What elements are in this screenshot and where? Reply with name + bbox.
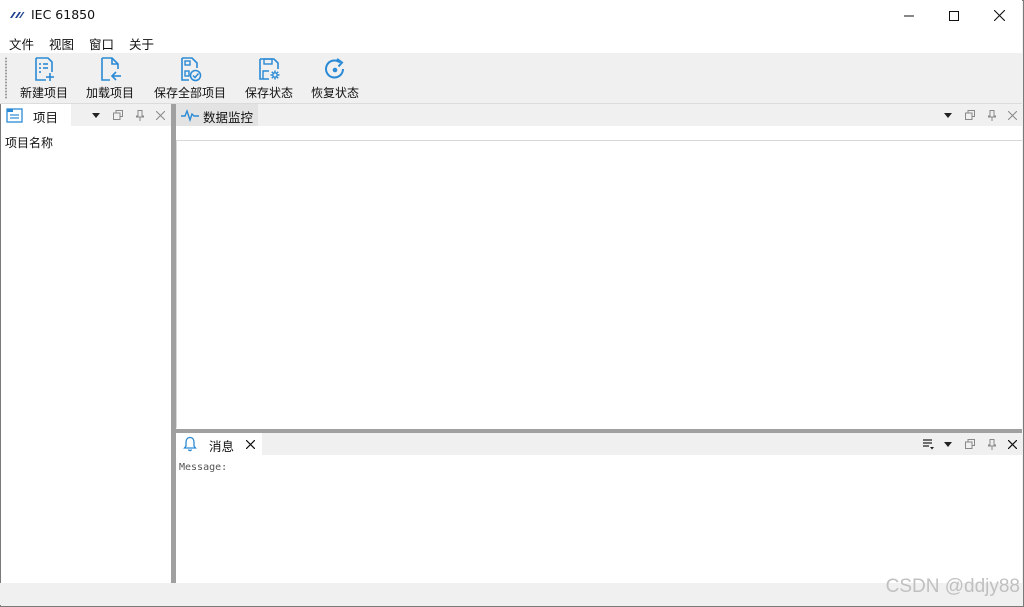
menu-view[interactable]: 视图 <box>49 34 74 53</box>
save-state-button[interactable]: 保存状态 <box>243 56 295 101</box>
monitor-content[interactable] <box>176 126 1022 429</box>
message-pane-header <box>176 433 1022 455</box>
project-pane-close-button[interactable] <box>153 108 167 122</box>
float-window-icon <box>113 110 123 120</box>
save-all-projects-label: 保存全部项目 <box>153 86 226 100</box>
restore-state-icon <box>325 58 344 79</box>
minimize-icon <box>904 15 914 16</box>
dropdown-arrow-icon <box>944 441 952 447</box>
messages-tab-close-button[interactable] <box>243 437 257 451</box>
tab-messages-label: 消息 <box>209 439 235 454</box>
save-all-projects-button[interactable]: 保存全部项目 <box>152 56 228 101</box>
project-icon <box>6 108 23 123</box>
monitor-pane-float-button[interactable] <box>963 108 977 122</box>
monitor-pane-menu-button[interactable] <box>941 108 955 122</box>
restore-state-label: 恢复状态 <box>310 86 359 100</box>
status-bar <box>0 583 1022 605</box>
maximize-button[interactable] <box>931 0 977 31</box>
restore-state-button[interactable]: 恢复状态 <box>309 56 361 101</box>
project-tree[interactable] <box>1 126 171 583</box>
load-project-label: 加载项目 <box>85 86 134 100</box>
dropdown-arrow-icon <box>944 112 952 118</box>
message-pane-pin-button[interactable] <box>985 437 999 451</box>
close-icon <box>1007 439 1017 449</box>
pin-icon <box>988 109 996 121</box>
window-title: IEC 61850 <box>31 7 96 22</box>
menu-window[interactable]: 窗口 <box>89 34 114 53</box>
pin-icon <box>988 438 996 450</box>
new-project-label: 新建项目 <box>19 86 68 100</box>
load-project-icon <box>101 57 121 81</box>
close-window-button[interactable] <box>976 0 1022 31</box>
app-logo-icon <box>10 12 25 18</box>
bell-icon <box>183 436 197 452</box>
close-icon <box>245 439 255 449</box>
tab-project-label: 项目 <box>33 110 59 125</box>
toolbar-grip[interactable] <box>5 57 7 99</box>
tab-data-monitor-label: 数据监控 <box>203 110 254 125</box>
menu-about[interactable]: 关于 <box>129 34 154 53</box>
tree-header-project-name: 项目名称 <box>5 136 54 150</box>
save-state-label: 保存状态 <box>244 86 293 100</box>
list-menu-icon <box>923 439 934 450</box>
message-log[interactable] <box>176 455 1022 583</box>
close-icon <box>155 110 165 120</box>
close-icon <box>993 10 1005 21</box>
message-pane-float-button[interactable] <box>963 437 977 451</box>
watermark: CSDN @ddjy88 <box>885 576 1020 597</box>
monitor-pane-pin-button[interactable] <box>985 108 999 122</box>
dropdown-arrow-icon <box>92 112 100 118</box>
maximize-icon <box>949 10 959 21</box>
message-pane-menu-button[interactable] <box>941 437 955 451</box>
load-project-button[interactable]: 加载项目 <box>84 56 136 101</box>
new-project-icon <box>35 57 54 81</box>
message-pane-close-button[interactable] <box>1005 437 1019 451</box>
monitor-pane-header <box>176 104 1022 126</box>
waveform-icon <box>181 108 199 122</box>
float-window-icon <box>965 439 975 449</box>
message-list-button[interactable] <box>921 437 935 451</box>
project-pane-menu-button[interactable] <box>89 108 103 122</box>
project-pane-pin-button[interactable] <box>133 108 147 122</box>
minimize-button[interactable] <box>886 0 932 31</box>
save-state-icon <box>259 58 280 80</box>
close-icon <box>1007 110 1017 120</box>
title-bar <box>0 0 1022 31</box>
pin-icon <box>136 109 144 121</box>
new-project-button[interactable]: 新建项目 <box>18 56 70 101</box>
project-pane-float-button[interactable] <box>111 108 125 122</box>
save-all-icon <box>181 57 202 82</box>
monitor-pane-close-button[interactable] <box>1005 108 1019 122</box>
float-window-icon <box>965 110 975 120</box>
message-log-text: Message: <box>179 462 228 473</box>
menu-file[interactable]: 文件 <box>9 34 34 53</box>
